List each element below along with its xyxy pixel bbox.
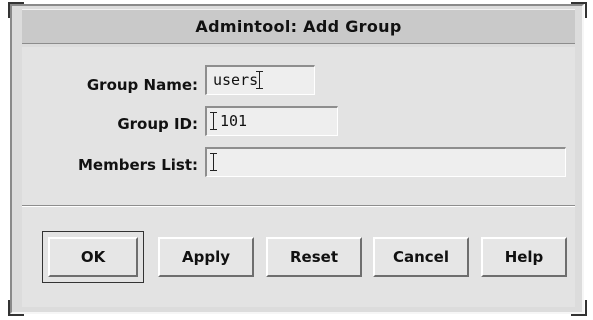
reset-button[interactable]: Reset [266,237,362,277]
help-button[interactable]: Help [481,237,567,277]
group-name-field[interactable]: users [205,65,315,95]
group-id-field[interactable]: 101 [205,106,338,136]
ok-button[interactable]: OK [42,231,144,283]
group-id-label: Group ID: [117,115,198,133]
members-list-field[interactable] [205,147,566,177]
title-bar[interactable]: Admintool: Add Group [22,9,575,44]
text-cursor-icon [210,153,219,171]
members-list-label: Members List: [78,156,198,174]
cancel-button[interactable]: Cancel [373,237,469,277]
text-cursor-icon [256,71,265,89]
window-title: Admintool: Add Group [195,17,402,36]
group-id-value: 101 [220,112,248,130]
group-name-label: Group Name: [86,76,198,94]
apply-button[interactable]: Apply [158,237,254,277]
group-name-value: users [213,71,259,89]
button-separator [22,205,575,207]
text-cursor-icon [210,112,219,130]
